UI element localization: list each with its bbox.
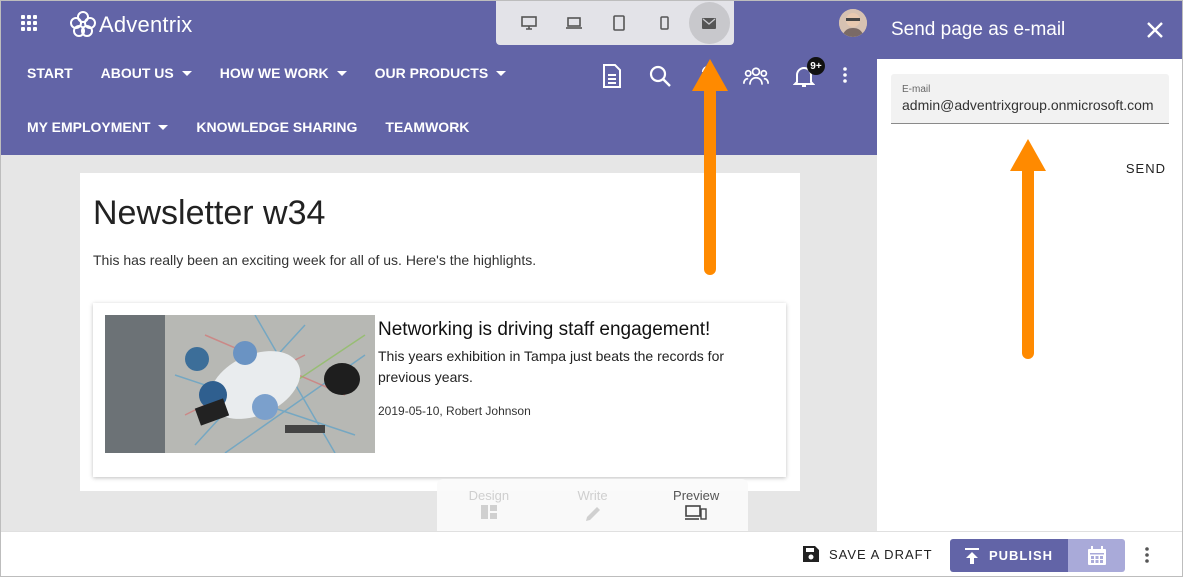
calendar-icon xyxy=(1087,545,1106,565)
logo-mark-icon xyxy=(70,11,96,37)
nav-item-about-us[interactable]: ABOUT US xyxy=(101,65,192,81)
nav-item-knowledge-sharing[interactable]: KNOWLEDGE SHARING xyxy=(196,119,357,135)
tablet-icon xyxy=(613,15,625,31)
caret-down-icon xyxy=(181,70,192,76)
nav-item-my-employment[interactable]: MY EMPLOYMENT xyxy=(27,119,169,135)
caret-down-icon xyxy=(336,70,347,76)
caret-down-icon xyxy=(496,70,507,76)
bottom-action-bar: SAVE A DRAFT PUBLISH xyxy=(1,531,1182,576)
main-nav-row-2: MY EMPLOYMENT KNOWLEDGE SHARING TEAMWORK xyxy=(27,119,497,135)
site-header: Adventrix START ABOUT US HOW WE WORK OUR… xyxy=(1,1,877,155)
save-draft-label: SAVE A DRAFT xyxy=(829,546,933,562)
email-field[interactable]: E-mail xyxy=(891,74,1169,124)
mode-label: Preview xyxy=(673,488,720,503)
notification-badge: 9+ xyxy=(807,57,825,75)
email-input[interactable] xyxy=(902,97,1169,113)
user-avatar[interactable] xyxy=(839,9,867,37)
send-button[interactable]: SEND xyxy=(1126,161,1166,176)
document-icon[interactable] xyxy=(599,63,625,89)
brand-logo[interactable]: Adventrix xyxy=(69,11,193,39)
device-preview-bar xyxy=(496,1,734,45)
mode-preview-button[interactable]: Preview xyxy=(644,479,748,531)
email-field-label: E-mail xyxy=(902,84,931,95)
annotation-arrow-up-icon xyxy=(692,59,728,275)
laptop-preview-button[interactable] xyxy=(553,2,594,44)
nav-label: HOW WE WORK xyxy=(219,65,329,81)
devices-icon xyxy=(685,505,707,520)
nav-label: TEAMWORK xyxy=(385,119,470,135)
app-launcher-icon[interactable] xyxy=(21,15,37,31)
people-icon[interactable] xyxy=(743,63,769,89)
desktop-preview-button[interactable] xyxy=(508,2,549,44)
news-item-meta: 2019-05-10, Robert Johnson xyxy=(378,404,531,418)
nav-item-start[interactable]: START xyxy=(27,65,73,81)
pencil-icon xyxy=(585,507,600,521)
app-window: Adventrix START ABOUT US HOW WE WORK OUR… xyxy=(0,0,1183,577)
mode-label: Design xyxy=(468,488,510,503)
news-item-image xyxy=(105,315,375,453)
mobile-preview-button[interactable] xyxy=(644,2,685,44)
save-icon xyxy=(803,546,819,562)
page-title: Newsletter w34 xyxy=(93,194,326,232)
nav-label: KNOWLEDGE SHARING xyxy=(196,119,358,135)
mode-write-button[interactable]: Write xyxy=(541,479,645,531)
panel-header: Send page as e-mail xyxy=(877,1,1182,59)
close-icon[interactable] xyxy=(1144,19,1166,41)
annotation-arrow-up-icon xyxy=(1010,139,1046,359)
more-options-icon[interactable] xyxy=(1145,547,1149,568)
tablet-preview-button[interactable] xyxy=(598,2,639,44)
page-intro-text: This has really been an exciting week fo… xyxy=(93,252,537,268)
publish-button[interactable]: PUBLISH xyxy=(950,539,1068,572)
news-item-card[interactable]: Networking is driving staff engagement! … xyxy=(93,303,786,477)
nav-item-teamwork[interactable]: TEAMWORK xyxy=(385,119,469,135)
nav-label: START xyxy=(27,65,73,81)
notifications-bell-icon[interactable]: 9+ xyxy=(791,57,825,89)
upload-icon xyxy=(964,547,979,564)
desktop-icon xyxy=(520,16,537,30)
nav-label: OUR PRODUCTS xyxy=(374,65,489,81)
nav-item-our-products[interactable]: OUR PRODUCTS xyxy=(375,65,507,81)
save-draft-button[interactable]: SAVE A DRAFT xyxy=(803,546,933,562)
laptop-icon xyxy=(565,17,582,29)
mode-design-button[interactable]: Design xyxy=(437,479,541,531)
mode-label: Write xyxy=(577,488,608,503)
email-preview-button[interactable] xyxy=(688,2,731,44)
news-item-title: Networking is driving staff engagement! xyxy=(378,319,711,340)
caret-down-icon xyxy=(158,124,169,130)
brand-name: Adventrix xyxy=(99,12,193,37)
nav-item-how-we-work[interactable]: HOW WE WORK xyxy=(220,65,347,81)
publish-label: PUBLISH xyxy=(988,548,1054,563)
schedule-button[interactable] xyxy=(1068,539,1125,572)
dashboard-icon xyxy=(480,505,497,519)
search-icon[interactable] xyxy=(647,63,673,89)
editor-mode-switch: Design Write Preview xyxy=(437,479,748,531)
main-nav-row-1: START ABOUT US HOW WE WORK OUR PRODUCTS xyxy=(27,65,534,81)
more-options-icon[interactable] xyxy=(843,67,847,88)
publish-group: PUBLISH xyxy=(950,539,1125,572)
nav-label: MY EMPLOYMENT xyxy=(27,119,151,135)
panel-title: Send page as e-mail xyxy=(891,19,1066,40)
mail-icon xyxy=(702,17,717,29)
news-item-description: This years exhibition in Tampa just beat… xyxy=(378,348,725,385)
nav-label: ABOUT US xyxy=(100,65,174,81)
mobile-icon xyxy=(659,16,669,30)
